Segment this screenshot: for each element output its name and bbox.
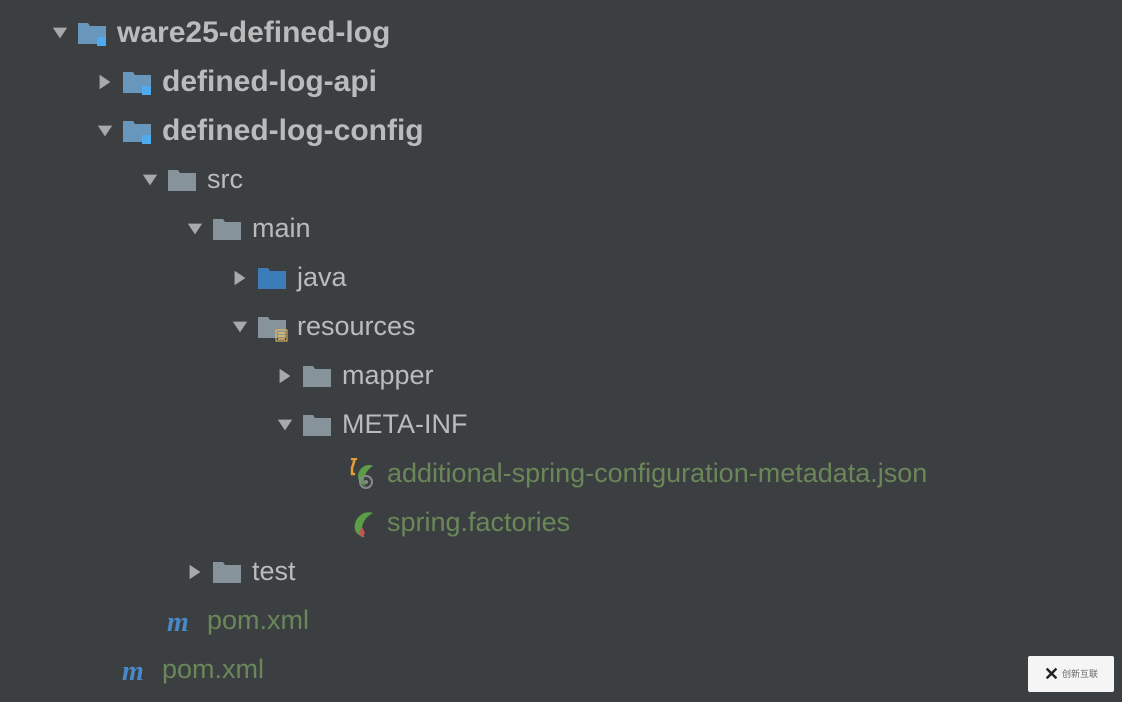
chevron-right-icon[interactable]: [270, 361, 300, 391]
tree-item-label: main: [252, 213, 311, 244]
expander-spacer: [90, 655, 120, 685]
tree-item-label: additional-spring-configuration-metadata…: [387, 458, 927, 489]
tree-item-label: pom.xml: [162, 654, 264, 685]
folder-icon: [210, 212, 244, 246]
tree-item-label: defined-log-config: [162, 114, 424, 148]
chevron-down-icon[interactable]: [45, 18, 75, 48]
tree-item-metadata-json[interactable]: additional-spring-configuration-metadata…: [0, 449, 1122, 498]
tree-item-label: ware25-defined-log: [117, 16, 390, 50]
resources-folder-icon: [255, 310, 289, 344]
tree-item-label: resources: [297, 311, 416, 342]
chevron-down-icon[interactable]: [90, 116, 120, 146]
tree-item-pom-child[interactable]: m pom.xml: [0, 596, 1122, 645]
expander-spacer: [135, 606, 165, 636]
tree-item-label: java: [297, 262, 347, 293]
tree-item-resources[interactable]: resources: [0, 302, 1122, 351]
chevron-right-icon[interactable]: [90, 67, 120, 97]
watermark-logo-icon: ✕: [1044, 664, 1059, 685]
watermark-text: 创新互联: [1062, 670, 1098, 679]
svg-text:m: m: [122, 656, 144, 686]
source-folder-icon: [255, 261, 289, 295]
module-folder-icon: [120, 114, 154, 148]
tree-item-src[interactable]: src: [0, 155, 1122, 204]
tree-item-root[interactable]: ware25-defined-log: [0, 8, 1122, 57]
chevron-down-icon[interactable]: [270, 410, 300, 440]
tree-item-label: src: [207, 164, 243, 195]
tree-item-label: mapper: [342, 360, 434, 391]
spring-config-icon: [345, 457, 379, 491]
tree-item-label: META-INF: [342, 409, 467, 440]
tree-item-label: pom.xml: [207, 605, 309, 636]
spring-file-icon: [345, 506, 379, 540]
tree-item-label: spring.factories: [387, 507, 570, 538]
chevron-right-icon[interactable]: [225, 263, 255, 293]
chevron-down-icon[interactable]: [225, 312, 255, 342]
maven-icon: m: [120, 653, 154, 687]
project-tree: ware25-defined-log defined-log-api defin…: [0, 0, 1122, 694]
tree-item-pom-root[interactable]: m pom.xml: [0, 645, 1122, 694]
expander-spacer: [315, 508, 345, 538]
folder-icon: [300, 359, 334, 393]
tree-item-defined-log-config[interactable]: defined-log-config: [0, 106, 1122, 155]
tree-item-label: defined-log-api: [162, 65, 377, 99]
tree-item-meta-inf[interactable]: META-INF: [0, 400, 1122, 449]
folder-icon: [300, 408, 334, 442]
maven-icon: m: [165, 604, 199, 638]
chevron-down-icon[interactable]: [180, 214, 210, 244]
tree-item-mapper[interactable]: mapper: [0, 351, 1122, 400]
chevron-down-icon[interactable]: [135, 165, 165, 195]
module-folder-icon: [120, 65, 154, 99]
folder-icon: [165, 163, 199, 197]
module-folder-icon: [75, 16, 109, 50]
folder-icon: [210, 555, 244, 589]
tree-item-java[interactable]: java: [0, 253, 1122, 302]
tree-item-main[interactable]: main: [0, 204, 1122, 253]
svg-text:m: m: [167, 607, 189, 637]
tree-item-spring-factories[interactable]: spring.factories: [0, 498, 1122, 547]
tree-item-test[interactable]: test: [0, 547, 1122, 596]
tree-item-defined-log-api[interactable]: defined-log-api: [0, 57, 1122, 106]
expander-spacer: [315, 459, 345, 489]
watermark: ✕ 创新互联: [1028, 656, 1114, 692]
chevron-right-icon[interactable]: [180, 557, 210, 587]
tree-item-label: test: [252, 556, 296, 587]
